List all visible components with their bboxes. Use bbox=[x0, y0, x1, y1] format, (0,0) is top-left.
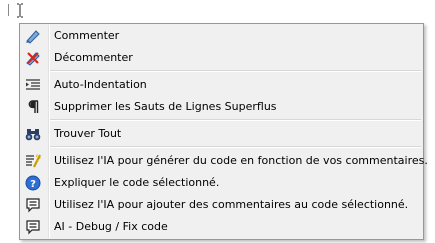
text-caret bbox=[8, 4, 9, 16]
menu-item-auto-indentation[interactable]: Auto-Indentation bbox=[20, 74, 423, 96]
svg-text:?: ? bbox=[30, 179, 36, 190]
menu-separator bbox=[50, 146, 421, 148]
pilcrow-icon bbox=[25, 99, 41, 115]
ai-debug-icon bbox=[25, 219, 41, 235]
menu-item-label: Trouver Tout bbox=[54, 127, 122, 140]
menu-separator bbox=[50, 119, 421, 121]
ai-comment-icon bbox=[25, 197, 41, 213]
binoculars-icon bbox=[25, 126, 41, 142]
menu-item-label: Commenter bbox=[54, 29, 120, 42]
menu-separator bbox=[50, 70, 421, 72]
menu-item-ia-generer[interactable]: Utilisez l'IA pour générer du code en fo… bbox=[20, 150, 428, 172]
menu-item-label: Auto-Indentation bbox=[54, 78, 147, 91]
menu-item-expliquer[interactable]: ? Expliquer le code sélectionné. bbox=[20, 172, 423, 194]
menu-item-commenter[interactable]: Commenter bbox=[20, 25, 423, 47]
menu-item-label: Utilisez l'IA pour ajouter des commentai… bbox=[54, 198, 409, 211]
menu-item-ia-commentaires[interactable]: Utilisez l'IA pour ajouter des commentai… bbox=[20, 194, 423, 216]
menu-item-label: Expliquer le code sélectionné. bbox=[54, 176, 220, 189]
menu-item-label: Décommenter bbox=[54, 51, 133, 64]
menu-item-trouver-tout[interactable]: Trouver Tout bbox=[20, 123, 423, 145]
help-icon: ? bbox=[25, 175, 41, 191]
editor-area[interactable]: Commenter Décommenter Auto-Indentation S… bbox=[0, 0, 435, 243]
menu-item-label: AI - Debug / Fix code bbox=[54, 220, 168, 233]
ai-generate-icon bbox=[25, 153, 41, 169]
menu-item-ai-debug[interactable]: AI - Debug / Fix code bbox=[20, 216, 423, 238]
ibeam-cursor-icon bbox=[17, 3, 23, 18]
indent-icon bbox=[25, 77, 41, 93]
context-menu: Commenter Décommenter Auto-Indentation S… bbox=[19, 23, 428, 240]
uncomment-icon bbox=[25, 50, 41, 66]
menu-item-label: Supprimer les Sauts de Lignes Superflus bbox=[54, 100, 277, 113]
menu-item-decommenter[interactable]: Décommenter bbox=[20, 47, 423, 69]
menu-item-supprimer-sauts[interactable]: Supprimer les Sauts de Lignes Superflus bbox=[20, 96, 423, 118]
comment-icon bbox=[25, 28, 41, 44]
menu-item-label: Utilisez l'IA pour générer du code en fo… bbox=[54, 154, 428, 167]
